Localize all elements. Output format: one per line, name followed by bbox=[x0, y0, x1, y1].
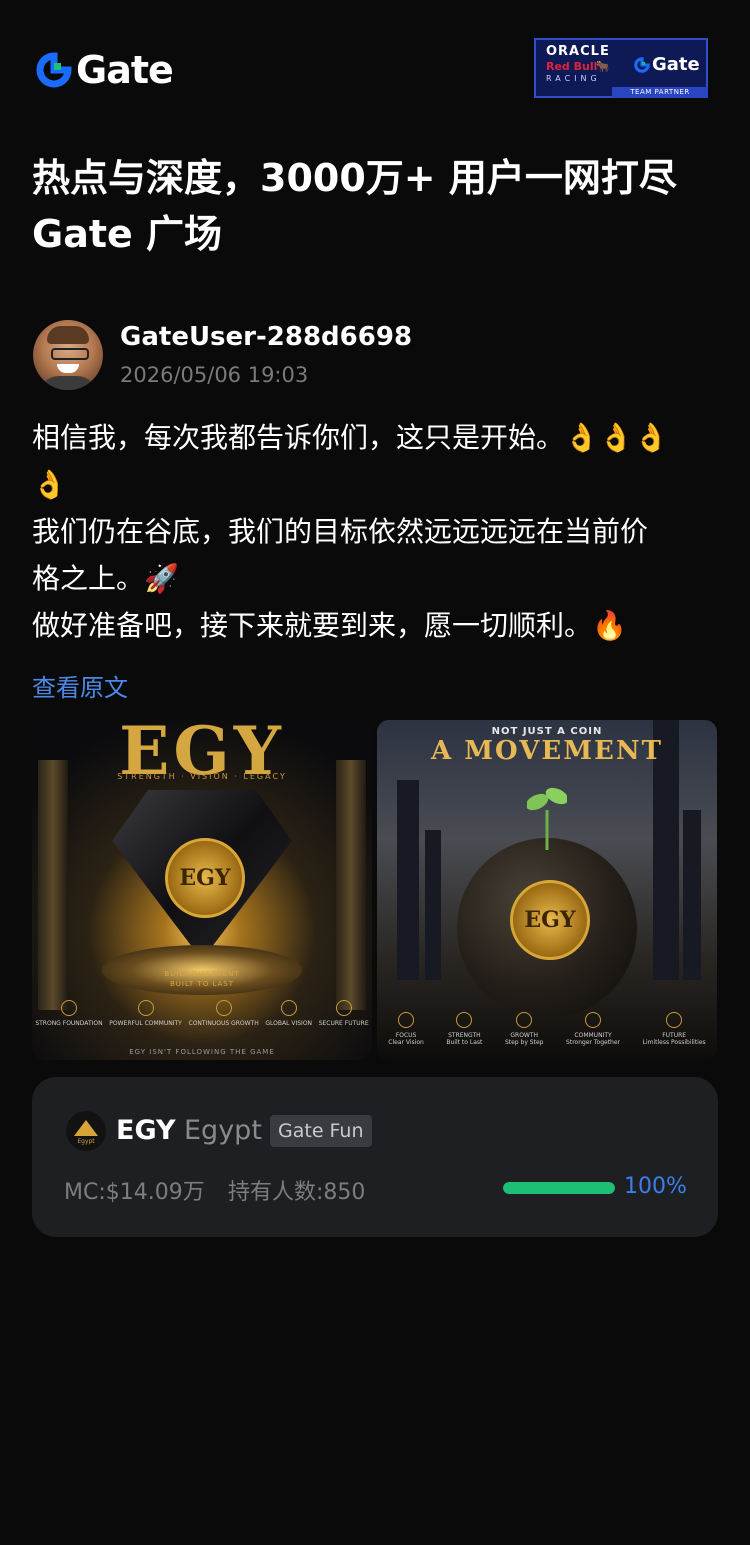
feature-item: POWERFUL COMMUNITY bbox=[109, 1000, 182, 1027]
gate-logo-icon bbox=[36, 52, 72, 88]
token-card[interactable]: Egypt EGY Egypt Gate Fun MC:$14.09万 持有人数… bbox=[32, 1077, 718, 1237]
view-original-link[interactable]: 查看原文 bbox=[32, 668, 128, 703]
lock-icon bbox=[335, 1000, 352, 1016]
partner-redbull-text: Red Bull bbox=[546, 60, 598, 73]
partner-banner[interactable]: ORACLE Red Bull 🐂 RACING Gate TEAM PARTN… bbox=[534, 38, 708, 98]
people-icon bbox=[585, 1012, 602, 1028]
growth-icon bbox=[215, 1000, 232, 1016]
page-headline: 热点与深度，3000万+ 用户一网打尽 Gate 广场 bbox=[32, 150, 677, 262]
tower-graphic bbox=[683, 810, 701, 980]
shield-icon bbox=[60, 1000, 77, 1016]
globe-icon bbox=[280, 1000, 297, 1016]
shield-icon bbox=[456, 1012, 473, 1028]
image-1-features: STRONG FOUNDATION POWERFUL COMMUNITY CON… bbox=[32, 1000, 372, 1027]
post-line: 格之上。🚀 bbox=[32, 562, 179, 595]
token-tag: Gate Fun bbox=[270, 1115, 372, 1147]
progress-bar bbox=[503, 1182, 615, 1194]
feature-item: STRONG FOUNDATION bbox=[35, 1000, 103, 1027]
token-symbol: EGY bbox=[116, 1115, 176, 1146]
team-partner-badge: TEAM PARTNER bbox=[612, 87, 708, 98]
feature-item: GLOBAL VISION bbox=[265, 1000, 312, 1027]
partner-oracle-text: ORACLE bbox=[546, 44, 610, 59]
image-1-caption-2: BUILT TO LAST bbox=[169, 980, 234, 988]
post-line: 👌 bbox=[32, 468, 67, 501]
post-body: 相信我，每次我都告诉你们，这只是开始。👌👌👌 👌 我们仍在谷底，我们的目标依然远… bbox=[32, 414, 718, 649]
image-1-caption-1: BUILT DIFFERENT bbox=[164, 970, 240, 978]
avatar-shirt bbox=[39, 376, 97, 390]
egy-coin: EGY bbox=[510, 880, 590, 960]
feature-item: STRENGTH Built to Last bbox=[446, 1012, 482, 1046]
gate-mini-icon bbox=[634, 56, 650, 73]
avatar-hair bbox=[47, 326, 89, 344]
egy-coin: EGY bbox=[165, 838, 245, 918]
post-timestamp: 2026/05/06 19:03 bbox=[120, 363, 309, 387]
image-2-features: FOCUS Clear Vision STRENGTH Built to Last … bbox=[377, 1012, 717, 1046]
token-name: Egypt bbox=[184, 1115, 262, 1146]
gate-logo[interactable]: Gate bbox=[36, 48, 174, 92]
growth-icon bbox=[516, 1012, 533, 1028]
partner-racing-text: RACING bbox=[546, 74, 601, 83]
feature-item: GROWTH Step by Step bbox=[505, 1012, 543, 1046]
post-image-2[interactable]: NOT JUST A COIN A MOVEMENT EGY FOCUS Clea… bbox=[377, 720, 717, 1060]
avatar-smile bbox=[57, 364, 79, 373]
tower-graphic bbox=[425, 830, 441, 980]
post-line: 相信我，每次我都告诉你们，这只是开始。👌👌👌 bbox=[32, 421, 669, 454]
avatar-glasses bbox=[51, 348, 89, 360]
feature-item: FUTURE Limitless Possibilities bbox=[643, 1012, 706, 1046]
progress-bar-fill bbox=[503, 1182, 615, 1194]
token-holders: 持有人数:850 bbox=[228, 1180, 366, 1205]
token-market-cap: MC:$14.09万 bbox=[64, 1180, 205, 1205]
partner-gate-logo: Gate bbox=[634, 54, 700, 75]
headline-line-1: 热点与深度，3000万+ 用户一网打尽 bbox=[32, 156, 677, 200]
target-icon bbox=[398, 1012, 415, 1028]
avatar[interactable] bbox=[33, 320, 103, 390]
feature-item: CONTINUOUS GROWTH bbox=[189, 1000, 259, 1027]
headline-line-2: Gate 广场 bbox=[32, 212, 223, 256]
bull-icon: 🐂 bbox=[596, 60, 610, 73]
people-icon bbox=[137, 1000, 154, 1016]
image-1-subtitle: STRENGTH · VISION · LEGACY bbox=[117, 772, 287, 781]
post-line: 我们仍在谷底，我们的目标依然远远远远在当前价 bbox=[32, 515, 649, 548]
tower-graphic bbox=[397, 780, 419, 980]
post-username[interactable]: GateUser-288d6698 bbox=[120, 322, 412, 352]
partner-gate-text: Gate bbox=[652, 54, 700, 75]
header: Gate ORACLE Red Bull 🐂 RACING Gate TEAM … bbox=[0, 0, 750, 120]
logo-text: Gate bbox=[76, 48, 174, 92]
token-logo-text: Egypt bbox=[77, 1138, 95, 1145]
feature-item: SECURE FUTURE bbox=[319, 1000, 369, 1027]
progress-percent: 100% bbox=[624, 1174, 687, 1199]
image-2-title: A MOVEMENT bbox=[431, 736, 663, 766]
token-logo-icon: Egypt bbox=[66, 1111, 106, 1151]
feature-item: COMMUNITY Stronger Together bbox=[566, 1012, 620, 1046]
post-line: 做好准备吧，接下来就要到来，愿一切顺利。🔥 bbox=[32, 609, 627, 642]
feature-item: FOCUS Clear Vision bbox=[388, 1012, 424, 1046]
sprout-icon bbox=[527, 787, 567, 850]
post-image-1[interactable]: EGY STRENGTH · VISION · LEGACY EGY BUILT… bbox=[32, 720, 372, 1060]
globe-icon bbox=[666, 1012, 683, 1028]
image-1-footer: EGY ISN'T FOLLOWING THE GAME bbox=[129, 1048, 275, 1056]
pyramid-icon bbox=[74, 1120, 98, 1136]
